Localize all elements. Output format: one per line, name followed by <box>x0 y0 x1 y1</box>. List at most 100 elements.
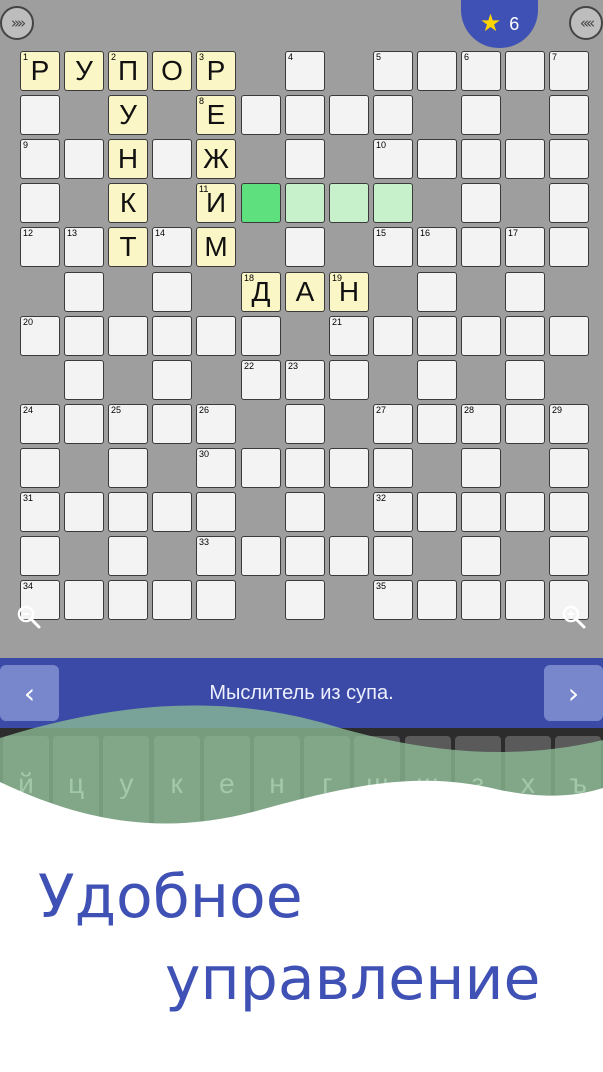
grid-cell[interactable] <box>241 183 281 223</box>
grid-cell[interactable] <box>196 580 236 620</box>
grid-cell[interactable] <box>329 360 369 400</box>
grid-cell[interactable] <box>285 404 325 444</box>
grid-cell[interactable] <box>417 316 457 356</box>
grid-cell[interactable]: 17 <box>505 227 545 267</box>
grid-cell[interactable]: 9 <box>20 139 60 179</box>
grid-cell[interactable]: 5 <box>373 51 413 91</box>
grid-cell[interactable]: Т <box>108 227 148 267</box>
grid-cell[interactable] <box>20 448 60 488</box>
grid-cell[interactable]: 19 Н <box>329 272 369 312</box>
grid-cell[interactable] <box>285 580 325 620</box>
grid-cell[interactable]: 1Р <box>20 51 60 91</box>
grid-cell[interactable] <box>20 536 60 576</box>
grid-cell[interactable]: 8Е <box>196 95 236 135</box>
grid-cell[interactable]: М <box>196 227 236 267</box>
grid-cell[interactable] <box>549 492 589 532</box>
grid-cell[interactable]: 4 <box>285 51 325 91</box>
grid-cell[interactable] <box>417 51 457 91</box>
grid-cell[interactable] <box>373 316 413 356</box>
grid-cell[interactable] <box>20 95 60 135</box>
grid-cell[interactable] <box>549 139 589 179</box>
grid-cell[interactable] <box>241 536 281 576</box>
grid-cell[interactable] <box>417 580 457 620</box>
grid-cell[interactable] <box>461 316 501 356</box>
grid-cell[interactable] <box>64 492 104 532</box>
grid-cell[interactable] <box>417 360 457 400</box>
grid-cell[interactable]: Н <box>108 139 148 179</box>
grid-cell[interactable]: 29 <box>549 404 589 444</box>
grid-cell[interactable] <box>64 404 104 444</box>
grid-cell[interactable] <box>285 139 325 179</box>
grid-cell[interactable]: 24 <box>20 404 60 444</box>
grid-cell[interactable] <box>64 272 104 312</box>
grid-cell[interactable]: 30 <box>196 448 236 488</box>
grid-cell[interactable] <box>505 272 545 312</box>
grid-cell[interactable]: 11 И <box>196 183 236 223</box>
grid-cell[interactable]: 12 <box>20 227 60 267</box>
grid-cell[interactable] <box>285 492 325 532</box>
grid-cell[interactable] <box>285 183 325 223</box>
grid-cell[interactable] <box>241 316 281 356</box>
grid-cell[interactable]: У <box>108 95 148 135</box>
grid-cell[interactable] <box>373 448 413 488</box>
grid-cell[interactable]: 21 <box>329 316 369 356</box>
grid-cell[interactable]: 26 <box>196 404 236 444</box>
grid-cell[interactable] <box>549 95 589 135</box>
grid-cell[interactable]: У <box>64 51 104 91</box>
grid-cell[interactable] <box>285 536 325 576</box>
grid-cell[interactable] <box>152 360 192 400</box>
grid-cell[interactable] <box>285 227 325 267</box>
grid-cell[interactable] <box>505 580 545 620</box>
grid-cell[interactable] <box>64 316 104 356</box>
grid-cell[interactable] <box>549 227 589 267</box>
grid-cell[interactable] <box>461 183 501 223</box>
grid-cell[interactable] <box>461 227 501 267</box>
grid-cell[interactable] <box>285 95 325 135</box>
grid-cell[interactable] <box>417 139 457 179</box>
grid-cell[interactable] <box>64 139 104 179</box>
grid-cell[interactable] <box>329 95 369 135</box>
grid-cell[interactable] <box>373 536 413 576</box>
grid-cell[interactable]: 27 <box>373 404 413 444</box>
grid-cell[interactable] <box>505 316 545 356</box>
grid-cell[interactable] <box>461 139 501 179</box>
grid-cell[interactable] <box>461 536 501 576</box>
grid-cell[interactable] <box>241 95 281 135</box>
collapse-left-button[interactable]: »» <box>0 6 34 40</box>
grid-cell[interactable]: 25 <box>108 404 148 444</box>
grid-cell[interactable] <box>461 580 501 620</box>
grid-cell[interactable] <box>241 448 281 488</box>
grid-cell[interactable] <box>152 316 192 356</box>
grid-cell[interactable] <box>196 492 236 532</box>
grid-cell[interactable]: А <box>285 272 325 312</box>
grid-cell[interactable] <box>329 448 369 488</box>
grid-cell[interactable]: 23 <box>285 360 325 400</box>
grid-cell[interactable]: 7 <box>549 51 589 91</box>
grid-cell[interactable] <box>108 492 148 532</box>
grid-cell[interactable]: К <box>108 183 148 223</box>
grid-cell[interactable]: 15 <box>373 227 413 267</box>
grid-cell[interactable] <box>329 183 369 223</box>
grid-cell[interactable] <box>505 360 545 400</box>
grid-cell[interactable]: 31 <box>20 492 60 532</box>
grid-cell[interactable] <box>64 360 104 400</box>
grid-cell[interactable]: 16 <box>417 227 457 267</box>
grid-cell[interactable] <box>64 580 104 620</box>
grid-cell[interactable] <box>152 139 192 179</box>
grid-cell[interactable]: 18 Д <box>241 272 281 312</box>
grid-cell[interactable] <box>152 404 192 444</box>
grid-cell[interactable] <box>461 492 501 532</box>
grid-cell[interactable]: Ж <box>196 139 236 179</box>
collapse-right-button[interactable]: «« <box>569 6 603 40</box>
grid-cell[interactable] <box>285 448 325 488</box>
grid-cell[interactable] <box>505 404 545 444</box>
grid-cell[interactable]: 3Р <box>196 51 236 91</box>
grid-cell[interactable]: 14 <box>152 227 192 267</box>
grid-cell[interactable] <box>549 316 589 356</box>
grid-cell[interactable] <box>549 183 589 223</box>
grid-cell[interactable]: 6 <box>461 51 501 91</box>
grid-cell[interactable]: 32 <box>373 492 413 532</box>
grid-cell[interactable] <box>373 183 413 223</box>
grid-cell[interactable] <box>108 448 148 488</box>
grid-cell[interactable] <box>108 580 148 620</box>
